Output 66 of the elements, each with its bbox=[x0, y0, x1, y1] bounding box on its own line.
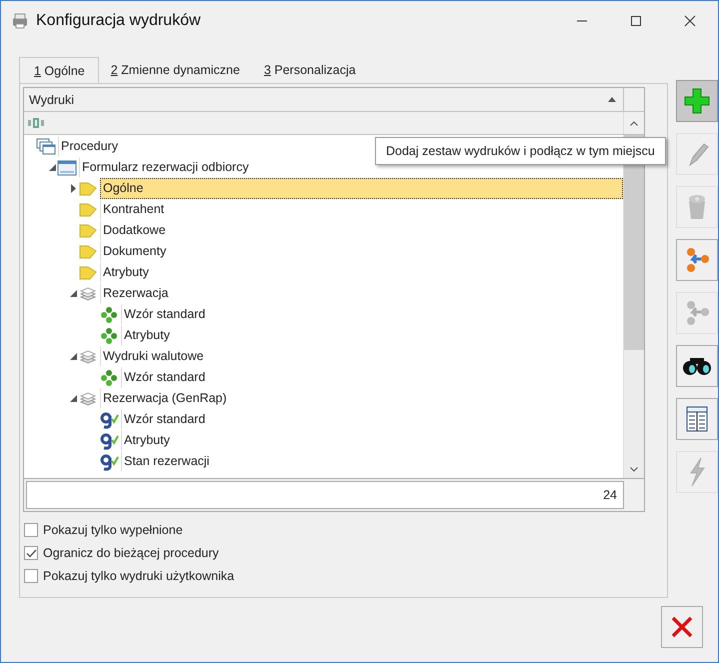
report-logo-icon bbox=[99, 452, 119, 470]
binoculars-icon bbox=[682, 356, 712, 376]
folder-icon bbox=[78, 264, 98, 282]
window-icon bbox=[57, 158, 77, 176]
filter-row-icon[interactable] bbox=[27, 118, 45, 128]
checkbox[interactable] bbox=[24, 546, 38, 560]
plus-icon bbox=[684, 88, 710, 114]
paper-stack-icon bbox=[78, 284, 98, 302]
paper-stack-icon bbox=[78, 390, 98, 408]
tab[interactable]: 3 Personalizacja bbox=[252, 59, 368, 83]
tree-item[interactable]: Ogólne bbox=[100, 178, 623, 199]
scroll-down-icon[interactable] bbox=[630, 467, 638, 472]
find-button[interactable] bbox=[676, 345, 718, 387]
tab[interactable]: 2 Zmienne dynamiczne bbox=[98, 59, 252, 83]
expanded-arrow-icon[interactable] bbox=[70, 290, 76, 297]
tree-item[interactable]: Atrybuty bbox=[121, 430, 173, 451]
tree-item[interactable]: Procedury bbox=[58, 136, 121, 157]
expanded-arrow-icon[interactable] bbox=[70, 353, 76, 360]
tree-item[interactable]: Wzór standard bbox=[121, 367, 208, 388]
expanded-arrow-icon[interactable] bbox=[70, 395, 76, 402]
printer-icon bbox=[11, 13, 29, 29]
checkbox-label[interactable]: Ogranicz do bieżącej procedury bbox=[43, 546, 219, 560]
close-icon[interactable] bbox=[684, 15, 696, 27]
checkbox[interactable] bbox=[24, 569, 38, 583]
paper-stack-icon bbox=[78, 348, 98, 366]
expanded-arrow-icon[interactable] bbox=[48, 164, 56, 171]
collapsed-arrow-icon[interactable] bbox=[70, 184, 76, 193]
folder-icon bbox=[78, 180, 98, 198]
tree-item[interactable]: Wzór standard bbox=[121, 409, 208, 430]
item-count: 24 bbox=[26, 481, 624, 509]
tree-item[interactable]: Atrybuty bbox=[121, 325, 173, 346]
tab[interactable]: 1 Ogólne bbox=[19, 57, 99, 84]
sort-arrow-icon bbox=[608, 97, 616, 102]
clover-icon bbox=[99, 306, 119, 324]
report-logo-icon bbox=[99, 410, 119, 428]
maximize-icon[interactable] bbox=[630, 15, 642, 27]
window-title: Konfiguracja wydruków bbox=[36, 12, 201, 30]
checkbox-label[interactable]: Pokazuj tylko wypełnione bbox=[43, 523, 183, 537]
folder-icon bbox=[78, 242, 98, 260]
tree-item[interactable]: Kontrahent bbox=[100, 199, 168, 220]
lightning-icon bbox=[687, 457, 707, 487]
clover-icon bbox=[99, 368, 119, 386]
checkbox[interactable] bbox=[24, 523, 38, 537]
table-button[interactable] bbox=[676, 398, 718, 440]
cross-icon bbox=[670, 615, 694, 639]
column-header[interactable]: Wydruki bbox=[24, 92, 74, 106]
folder-icon bbox=[78, 200, 98, 218]
tree-item[interactable]: Wzór standard bbox=[121, 304, 208, 325]
tree-item[interactable]: Rezerwacja bbox=[100, 283, 172, 304]
tree-item[interactable]: Wydruki walutowe bbox=[100, 346, 207, 367]
cancel-button[interactable] bbox=[661, 606, 703, 648]
tree-item[interactable]: Dodatkowe bbox=[100, 220, 169, 241]
tree-item[interactable]: Atrybuty bbox=[100, 262, 152, 283]
add-button[interactable] bbox=[676, 80, 718, 122]
windows-icon bbox=[36, 138, 56, 156]
tree-item[interactable]: Dokumenty bbox=[100, 241, 170, 262]
report-logo-icon bbox=[99, 432, 119, 450]
tooltip: Dodaj zestaw wydruków i podłącz w tym miejscu bbox=[375, 137, 666, 165]
checkbox-label[interactable]: Pokazuj tylko wydruki użytkownika bbox=[43, 569, 234, 583]
scroll-up-icon[interactable] bbox=[630, 120, 638, 126]
tree-item[interactable]: Stan rezerwacji bbox=[121, 451, 212, 472]
clover-icon bbox=[99, 326, 119, 344]
tree-item[interactable]: Rezerwacja (GenRap) bbox=[100, 388, 230, 409]
connect-button[interactable] bbox=[676, 239, 718, 281]
folder-icon bbox=[78, 222, 98, 240]
table-icon bbox=[685, 405, 709, 433]
